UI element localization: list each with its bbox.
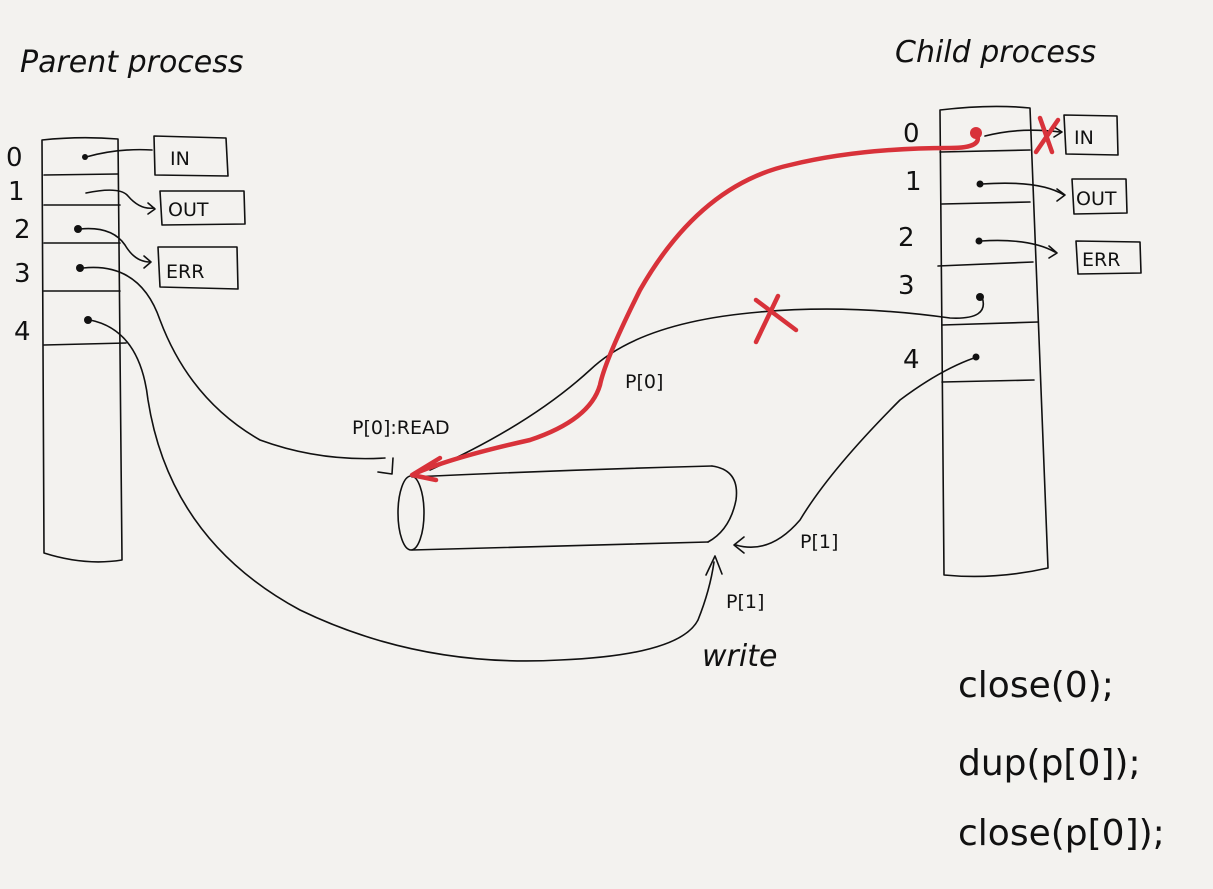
pipe-p1-parent-label: P[1] [726,591,764,613]
pipe-p0-label: P[0] [625,371,663,393]
child-fd-index-0: 0 [903,119,920,149]
parent-stderr-box: ERR [157,246,239,290]
parent-fd-index-4: 4 [14,317,31,347]
parent-fd-index-0: 0 [6,143,23,173]
cross-mark-icon [1033,115,1061,155]
parent-stderr-label: ERR [166,261,204,283]
child-fd-index-2: 2 [898,223,915,253]
child-process-title: Child process [895,35,1096,70]
parent-stdout-box: OUT [159,190,246,226]
pipe-p1-child-label: P[1] [800,531,838,553]
child-fd-index-1: 1 [905,167,922,197]
parent-process-title: Parent process [20,45,244,80]
pipe-cylinder [397,465,738,551]
parent-fd-table [41,136,127,563]
code-line-dup: dup(p[0]); [958,743,1141,784]
child-stderr-label: ERR [1082,249,1120,271]
pipe-read-label: P[0]:READ [352,417,450,439]
child-fd-table [937,105,1049,578]
child-stdout-label: OUT [1076,188,1117,210]
pipe-write-label: write [702,639,777,674]
child-fd-index-3: 3 [898,271,915,301]
pipe-dup-diagram: Parent process Child process 0 1 2 3 4 I… [6,35,1165,854]
child-stdin-box: IN [1063,114,1119,156]
parent-stdout-label: OUT [168,199,209,221]
child-stderr-box: ERR [1075,240,1142,275]
parent-fd-index-3: 3 [14,259,31,289]
parent-stdin-label: IN [170,148,190,170]
code-line-close-0: close(0); [958,665,1114,706]
child-fd-index-4: 4 [903,345,920,375]
cross-mark-icon [753,293,799,345]
code-line-close-p0: close(p[0]); [958,813,1165,854]
parent-stdin-box: IN [153,135,229,177]
parent-fd-index-1: 1 [8,177,25,207]
child-stdin-label: IN [1074,127,1094,149]
parent-fd-index-2: 2 [14,215,31,245]
child-stdout-box: OUT [1071,178,1128,215]
